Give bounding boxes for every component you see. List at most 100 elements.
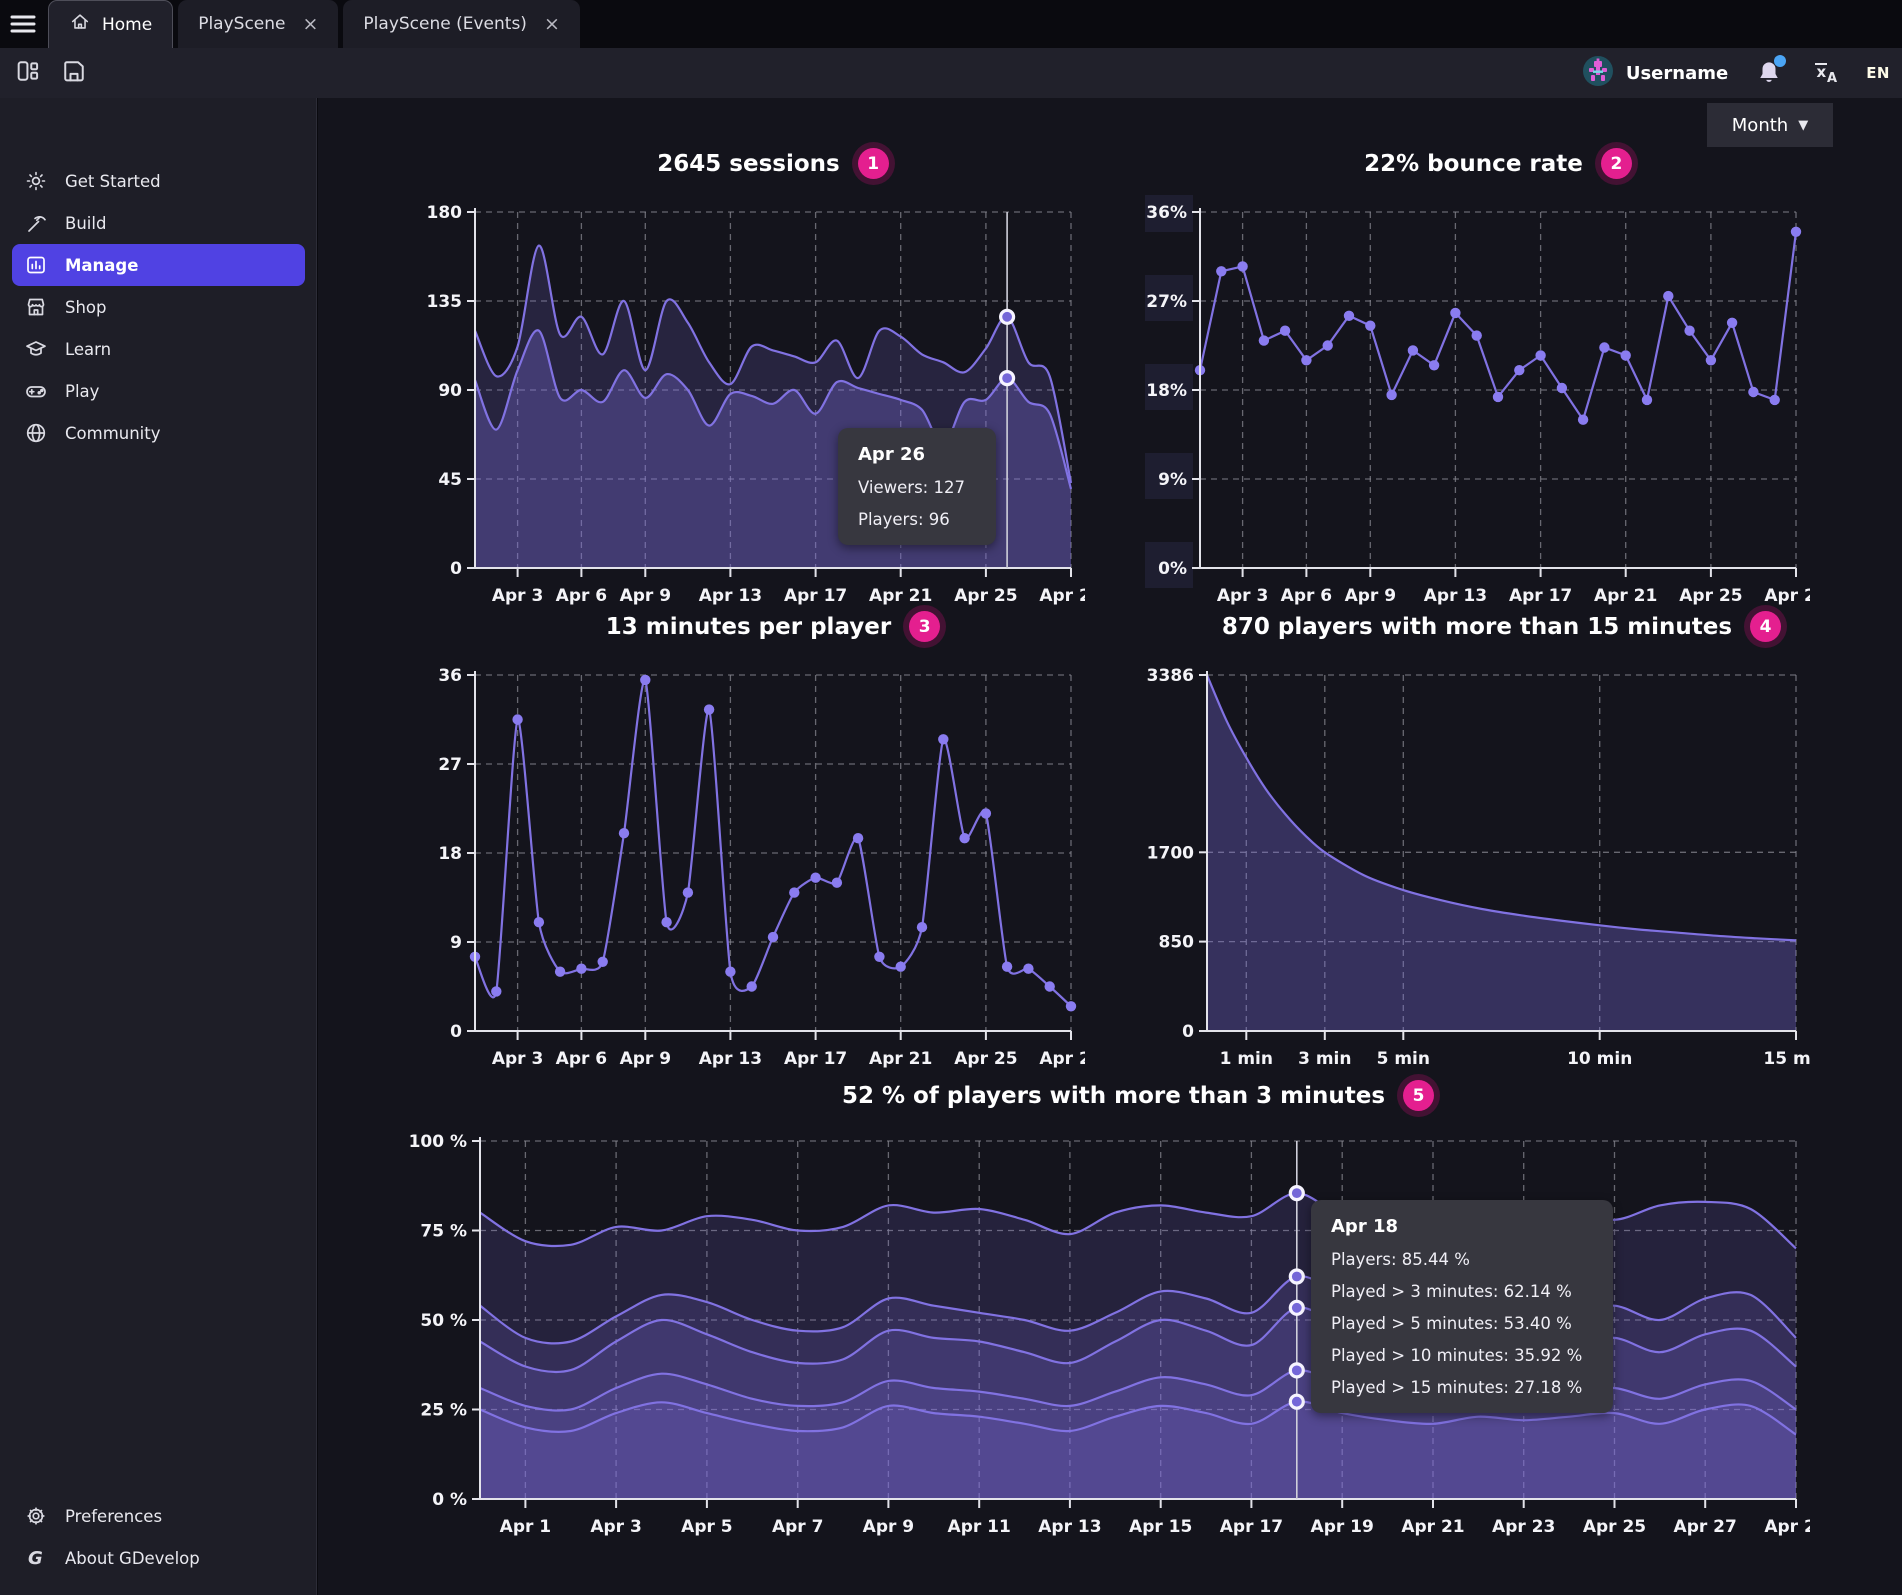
pickaxe-icon <box>24 211 48 235</box>
svg-text:Apr 21: Apr 21 <box>1594 586 1657 606</box>
sidebar-item-play[interactable]: Play <box>12 370 305 412</box>
svg-text:Apr 7: Apr 7 <box>772 1517 823 1537</box>
hamburger-menu-icon[interactable] <box>8 10 38 38</box>
svg-text:A: A <box>1827 71 1837 86</box>
sidebar-item-build[interactable]: Build <box>12 202 305 244</box>
svg-text:Apr 9: Apr 9 <box>1345 586 1396 606</box>
svg-text:180: 180 <box>427 203 463 223</box>
translate-icon[interactable]: xA <box>1810 56 1840 90</box>
engagement-tooltip: Apr 18 Players: 85.44 % Played > 3 minut… <box>1311 1200 1613 1413</box>
svg-text:1 min: 1 min <box>1220 1049 1273 1069</box>
save-icon[interactable] <box>60 57 88 89</box>
tutorial-badge-5[interactable]: 5 <box>1403 1080 1434 1111</box>
chart-title-duration: 870 players with more than 15 minutes4 <box>1207 611 1796 642</box>
sidebar: Get Started Build Manage Shop Learn Play… <box>0 98 317 1595</box>
svg-text:Apr 9: Apr 9 <box>863 1517 914 1537</box>
graduation-cap-icon <box>24 337 48 361</box>
close-icon[interactable]: × <box>303 15 319 34</box>
svg-text:9: 9 <box>450 933 462 953</box>
svg-text:45: 45 <box>438 470 462 490</box>
svg-text:50 %: 50 % <box>420 1311 467 1331</box>
svg-text:90: 90 <box>438 381 462 401</box>
svg-text:Apr 6: Apr 6 <box>556 1049 607 1069</box>
close-icon[interactable]: × <box>544 15 560 34</box>
svg-text:0%: 0% <box>1158 559 1187 579</box>
svg-text:Apr 29: Apr 29 <box>1764 1517 1810 1537</box>
svg-text:18%: 18% <box>1146 381 1187 401</box>
svg-text:Apr 1: Apr 1 <box>500 1517 551 1537</box>
svg-text:Apr 21: Apr 21 <box>869 1049 932 1069</box>
svg-text:3 min: 3 min <box>1298 1049 1351 1069</box>
svg-text:Apr 3: Apr 3 <box>590 1517 641 1537</box>
svg-text:Apr 9: Apr 9 <box>620 586 671 606</box>
sidebar-item-preferences[interactable]: Preferences <box>12 1495 305 1537</box>
svg-text:0 %: 0 % <box>432 1490 467 1510</box>
svg-text:Apr 13: Apr 13 <box>699 586 762 606</box>
svg-text:3386: 3386 <box>1147 666 1194 686</box>
sun-icon <box>24 169 48 193</box>
svg-text:Apr 29: Apr 29 <box>1764 586 1810 606</box>
svg-text:36%: 36% <box>1146 203 1187 223</box>
period-selector[interactable]: Month ▼ <box>1707 103 1833 147</box>
notifications-button[interactable] <box>1754 58 1784 88</box>
tab-home[interactable]: Home <box>48 0 173 48</box>
svg-text:Apr 15: Apr 15 <box>1129 1517 1192 1537</box>
svg-text:Apr 3: Apr 3 <box>492 586 543 606</box>
tutorial-badge-4[interactable]: 4 <box>1750 611 1781 642</box>
svg-text:Apr 17: Apr 17 <box>784 586 847 606</box>
language-label[interactable]: EN <box>1866 64 1890 82</box>
chevron-down-icon: ▼ <box>1798 118 1808 133</box>
svg-text:Apr 17: Apr 17 <box>1220 1517 1283 1537</box>
svg-text:25 %: 25 % <box>420 1401 467 1421</box>
avatar <box>1582 55 1614 91</box>
chart-title-engagement: 52 % of players with more than 3 minutes… <box>480 1080 1796 1111</box>
svg-text:Apr 13: Apr 13 <box>1424 586 1487 606</box>
tab-label: PlayScene <box>198 14 285 34</box>
tutorial-badge-1[interactable]: 1 <box>858 148 889 179</box>
svg-text:27: 27 <box>438 755 462 775</box>
svg-text:0: 0 <box>450 559 462 579</box>
svg-text:27%: 27% <box>1146 292 1187 312</box>
svg-text:Apr 3: Apr 3 <box>1217 586 1268 606</box>
svg-text:G: G <box>28 1548 43 1569</box>
bounce-rate-chart[interactable]: 0%9%18%27%36%Apr 3Apr 6Apr 9Apr 13Apr 17… <box>1145 195 1810 615</box>
svg-text:Apr 27: Apr 27 <box>1674 1517 1737 1537</box>
tab-playscene-events[interactable]: PlayScene (Events) × <box>343 0 579 48</box>
svg-text:Apr 5: Apr 5 <box>681 1517 732 1537</box>
minutes-per-player-chart[interactable]: 09182736Apr 3Apr 6Apr 9Apr 13Apr 17Apr 2… <box>420 658 1085 1078</box>
svg-text:1700: 1700 <box>1147 843 1194 863</box>
svg-text:Apr 13: Apr 13 <box>699 1049 762 1069</box>
home-icon <box>69 11 91 38</box>
svg-text:75 %: 75 % <box>420 1222 467 1242</box>
gamepad-icon <box>24 379 48 403</box>
svg-text:9%: 9% <box>1158 470 1187 490</box>
sessions-tooltip: Apr 26 Viewers: 127 Players: 96 <box>838 428 996 545</box>
tab-playscene[interactable]: PlayScene × <box>178 0 338 48</box>
tutorial-badge-3[interactable]: 3 <box>909 611 940 642</box>
tab-bar: Home PlayScene × PlayScene (Events) × <box>0 0 1902 48</box>
svg-text:5 min: 5 min <box>1377 1049 1430 1069</box>
svg-text:Apr 3: Apr 3 <box>492 1049 543 1069</box>
tab-label: PlayScene (Events) <box>363 14 527 34</box>
svg-text:850: 850 <box>1159 933 1195 953</box>
sidebar-item-learn[interactable]: Learn <box>12 328 305 370</box>
globe-icon <box>24 421 48 445</box>
players-duration-chart[interactable]: 0850170033861 min3 min5 min10 min15 min <box>1145 658 1810 1078</box>
svg-text:Apr 9: Apr 9 <box>620 1049 671 1069</box>
sessions-chart[interactable]: 04590135180Apr 3Apr 6Apr 9Apr 13Apr 17Ap… <box>420 195 1085 615</box>
svg-text:0: 0 <box>1182 1022 1194 1042</box>
tab-label: Home <box>102 15 152 35</box>
svg-text:Apr 25: Apr 25 <box>1679 586 1742 606</box>
svg-text:135: 135 <box>427 292 463 312</box>
svg-text:10 min: 10 min <box>1567 1049 1632 1069</box>
sidebar-item-get-started[interactable]: Get Started <box>12 160 305 202</box>
tutorial-badge-2[interactable]: 2 <box>1601 148 1632 179</box>
sidebar-item-shop[interactable]: Shop <box>12 286 305 328</box>
chart-title-bounce: 22% bounce rate2 <box>1200 148 1796 179</box>
notification-dot <box>1774 55 1786 67</box>
open-panels-icon[interactable] <box>14 57 42 89</box>
sidebar-item-about[interactable]: G About GDevelop <box>12 1537 305 1579</box>
user-menu[interactable]: Username <box>1582 55 1728 91</box>
sidebar-item-community[interactable]: Community <box>12 412 305 454</box>
sidebar-item-manage[interactable]: Manage <box>12 244 305 286</box>
